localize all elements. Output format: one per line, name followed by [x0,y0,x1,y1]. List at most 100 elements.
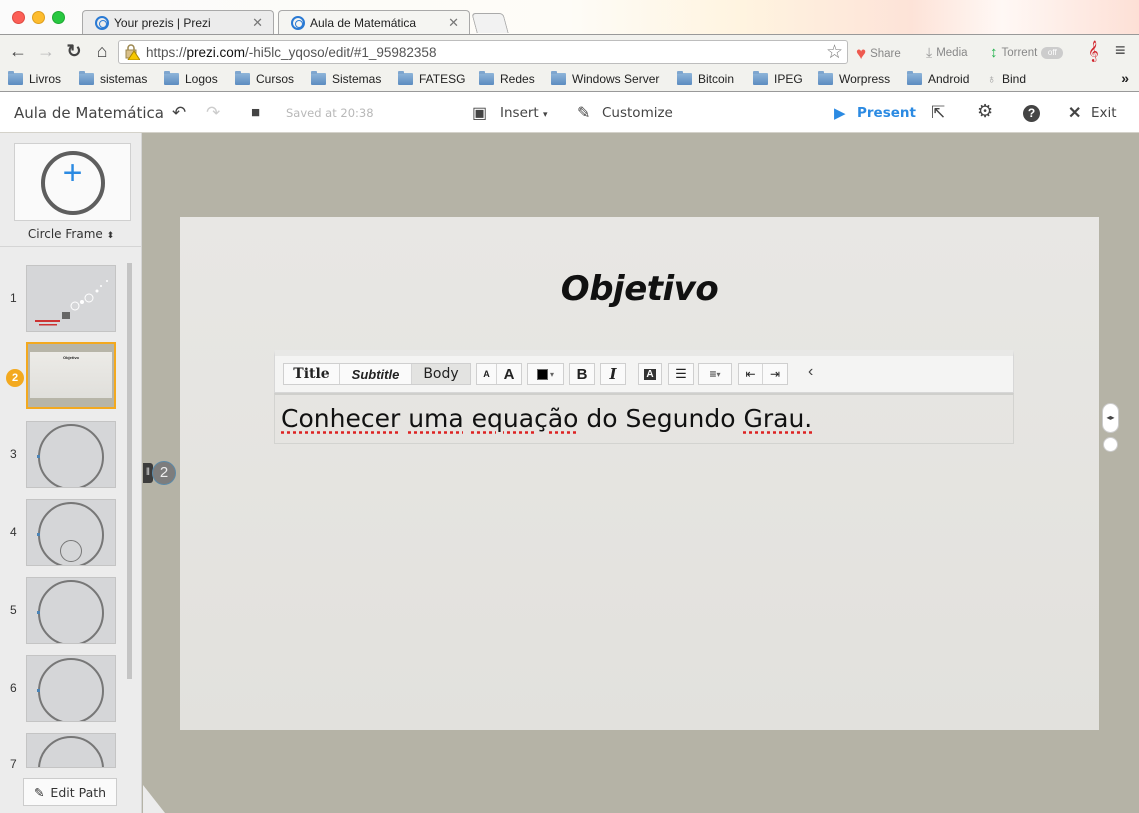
new-tab-button[interactable] [471,13,509,33]
bold-button[interactable]: B [570,364,594,384]
window-zoom-button[interactable] [52,11,65,24]
pencil-icon: ✎ [33,784,45,800]
settings-gear-icon[interactable]: ⚙ [977,101,993,122]
edit-path-button[interactable]: ✎ Edit Path [23,778,117,806]
style-body-button[interactable]: Body [412,364,470,384]
slide-title[interactable]: Objetivo [180,269,1099,309]
corner-resize-handle[interactable] [1103,437,1118,452]
media-extension[interactable]: ⤓ Media [926,44,968,61]
body-text[interactable]: Conhecer uma equação do Segundo Grau. [281,404,812,433]
bookmark-link[interactable]: ♁ Bind [987,72,1026,86]
outdent-icon[interactable]: ⇤ [739,364,763,384]
document-title[interactable]: Aula de Matemática [14,104,164,122]
bookmark-folder[interactable]: Worpress [818,71,890,86]
step-number: 5 [10,603,17,617]
bookmark-folder[interactable]: Bitcoin [677,71,734,86]
window-minimize-button[interactable] [32,11,45,24]
bookmark-star-icon[interactable]: ☆ [826,41,843,64]
indent-icon[interactable]: ⇥ [763,364,787,384]
path-step-thumbnail[interactable]: 7 [0,733,125,768]
decrease-font-button[interactable]: A [477,364,497,384]
body-text-box[interactable]: Conhecer uma equação do Segundo Grau. [274,393,1014,444]
share-out-icon[interactable]: ⇱ [931,103,945,123]
bookmark-page-icon: ♁ [987,72,996,86]
italic-button[interactable]: I [601,364,625,384]
folder-icon [235,71,250,85]
save-icon[interactable]: ■ [251,104,260,121]
bookmark-folder[interactable]: Windows Server [551,71,659,86]
style-subtitle-button[interactable]: Subtitle [340,364,412,384]
slide-frame[interactable]: Objetivo Title Subtitle Body A A ▾ B I A… [180,217,1119,730]
path-step-thumbnail[interactable]: 1 [0,265,125,333]
width-resize-handle[interactable]: ◂▸ [1102,403,1119,433]
help-icon[interactable]: ? [1023,105,1040,122]
slide-thumbnail [26,577,116,644]
reload-icon[interactable]: ↻ [64,41,84,61]
bookmark-folder[interactable]: IPEG [753,71,803,86]
path-step-badge[interactable]: 2 [152,461,176,485]
step-number: 1 [10,291,17,305]
path-step-thumbnail[interactable]: 5 [0,577,125,645]
exit-button[interactable]: Exit [1091,105,1117,121]
exit-x-icon: ✕ [1068,105,1082,122]
misspelled-word: uma [408,404,464,433]
highlight-button[interactable]: A [639,364,661,384]
bullet-list-icon[interactable]: ☰ [669,364,693,384]
bookmark-folder[interactable]: Logos [164,71,218,86]
frame-type-select[interactable]: Circle Frame ⬍ [0,227,142,241]
thumbnail-scrollbar[interactable] [127,263,132,679]
bookmark-folder[interactable]: Android [907,71,969,86]
tab-your-prezis[interactable]: Your prezis | Prezi ✕ [82,10,274,35]
bookmark-folder[interactable]: FATESG [398,71,466,86]
text-color-picker[interactable]: ▾ [528,364,563,384]
prezi-canvas[interactable]: ‖ 2 Objetivo Title Subtitle Body A A ▾ B [143,133,1139,813]
add-frame-button[interactable]: + [14,143,131,221]
window-close-button[interactable] [12,11,25,24]
bookmark-folder[interactable]: Cursos [235,71,294,86]
path-step-thumbnail[interactable]: 4 [0,499,125,567]
back-arrow-icon[interactable]: ← [8,41,28,61]
forward-arrow-icon[interactable]: → [36,41,56,61]
bookmark-folder[interactable]: sistemas [79,71,147,86]
path-step-thumbnail[interactable]: 6 [0,655,125,723]
redo-icon[interactable]: ↷ [206,103,220,123]
caret-down-icon: ▾ [716,369,721,379]
undo-icon[interactable]: ↶ [172,103,186,123]
present-button[interactable]: Present [857,105,916,121]
address-bar[interactable]: https://prezi.com/-hi5lc_yqoso/edit/#1_9… [118,40,848,64]
menu-hamburger-icon[interactable]: ≡ [1115,40,1126,61]
path-step-thumbnail[interactable]: 3 [0,421,125,489]
style-title-button[interactable]: Title [284,364,340,384]
tab-aula-de-matematica[interactable]: Aula de Matemática ✕ [278,10,470,35]
bookmark-folder[interactable]: Sistemas [311,71,381,86]
plus-icon: + [62,154,83,192]
folder-icon [551,71,566,85]
highlight-group: A [638,363,662,385]
bookmark-label: FATESG [419,72,466,86]
share-extension[interactable]: ♥ Share [856,44,901,64]
align-menu[interactable]: ≡ ▾ [699,364,731,384]
prezi-favicon-icon [95,16,109,30]
word: do [586,404,618,433]
bookmarks-overflow-button[interactable]: » [1121,70,1129,86]
customize-button[interactable]: Customize [602,105,673,121]
media-label: Media [936,46,968,59]
music-extension-icon[interactable]: 𝄞 [1088,41,1099,62]
tab-close-icon[interactable]: ✕ [252,15,263,31]
bold-group: B [569,363,595,385]
tab-close-icon[interactable]: ✕ [448,15,459,31]
word: Segundo [625,404,736,433]
bookmark-folder[interactable]: Redes [479,71,535,86]
home-icon[interactable]: ⌂ [92,41,112,61]
increase-font-button[interactable]: A [497,364,521,384]
torrent-toggle[interactable]: off [1041,46,1064,59]
url-path: /-hi5lc_yqoso/edit/#1_95982358 [245,45,437,60]
bookmarks-bar: Livros sistemas Logos Cursos Sistemas FA… [0,67,1139,92]
folder-icon [311,71,326,85]
torrent-extension[interactable]: ↕ Torrent off [990,44,1064,61]
collapse-toolbar-button[interactable]: ‹ [808,363,813,381]
circle-frame-preview [38,580,104,643]
path-marker [37,533,40,536]
bookmark-folder[interactable]: Livros [8,71,61,86]
insert-menu[interactable]: Insert ▾ [500,105,548,121]
